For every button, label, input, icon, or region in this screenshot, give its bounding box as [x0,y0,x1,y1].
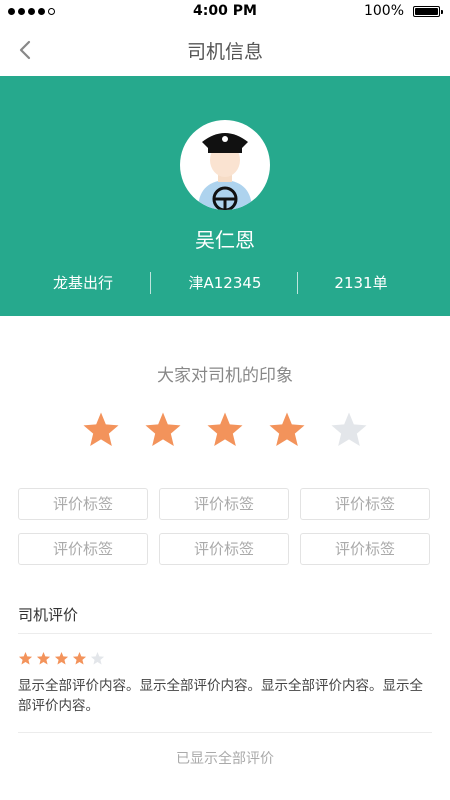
reviews-title: 司机评价 [18,606,79,624]
driver-header: 吴仁恩 龙基出行 津A12345 2131单 [0,76,450,316]
star-filled-icon [72,651,87,666]
driver-name: 吴仁恩 [195,228,255,252]
star-filled-icon [81,410,121,450]
star-filled-icon [143,410,183,450]
star-filled-icon [267,410,307,450]
review-rating [18,651,118,667]
driver-order-count: 2131单 [334,274,388,292]
driver-avatar [180,120,270,210]
status-bar: 4:00 PM 100% [0,0,450,24]
battery-icon [413,6,443,17]
impression-title: 大家对司机的印象 [157,366,293,386]
driver-company: 龙基出行 [52,274,113,292]
star-filled-icon [18,651,33,666]
star-empty-icon [329,410,369,450]
impression-tag[interactable]: 评价标签 [18,533,148,565]
impression-tag[interactable]: 评价标签 [300,488,430,520]
impression-tag[interactable]: 评价标签 [18,488,148,520]
star-filled-icon [205,410,245,450]
driver-avatar-icon [198,133,252,210]
review-text: 显示全部评价内容。显示全部评价内容。显示全部评价内容。显示全部评价内容。 [18,678,423,714]
impression-tag[interactable]: 评价标签 [300,533,430,565]
impression-tag[interactable]: 评价标签 [159,488,289,520]
driver-stats: 龙基出行 津A12345 2131单 [0,272,450,296]
impression-tag[interactable]: 评价标签 [159,533,289,565]
impression-rating [0,410,450,452]
page-title: 司机信息 [186,41,263,63]
all-reviews-shown: 已显示全部评价 [176,751,274,767]
nav-bar: 司机信息 [0,24,450,76]
divider [18,732,432,733]
star-filled-icon [36,651,51,666]
star-filled-icon [54,651,69,666]
divider [18,633,432,634]
star-empty-icon [90,651,105,666]
driver-plate: 津A12345 [188,274,262,292]
battery-percent: 100% [363,3,404,19]
